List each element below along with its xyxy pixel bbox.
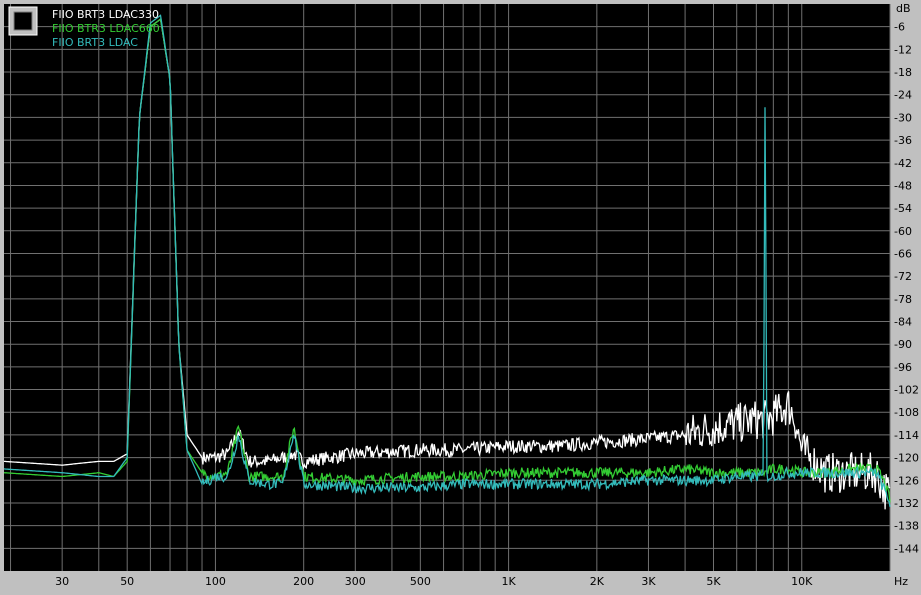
- x-tick-label: 50: [120, 575, 134, 588]
- y-tick-label: -84: [894, 316, 912, 329]
- y-tick-label: -102: [894, 384, 919, 397]
- y-tick-label: -54: [894, 202, 912, 215]
- y-tick-label: -36: [894, 134, 912, 147]
- x-tick-label: 5K: [706, 575, 721, 588]
- y-tick-label: -60: [894, 225, 912, 238]
- y-tick-label: -144: [894, 542, 919, 555]
- y-tick-label: -24: [894, 89, 912, 102]
- x-axis-label: Hz: [894, 575, 908, 588]
- x-tick-label: 300: [345, 575, 366, 588]
- plot-area: [4, 4, 890, 571]
- y-tick-label: -30: [894, 111, 912, 124]
- y-tick-label: -78: [894, 293, 912, 306]
- x-tick-label: 30: [55, 575, 69, 588]
- legend-entry-1: FIIO BTR3 LDAC660: [52, 22, 160, 35]
- y-tick-label: -138: [894, 520, 919, 533]
- x-tick-label: 3K: [641, 575, 656, 588]
- legend-entry-2: FIIO BRT3 LDAC: [52, 36, 138, 49]
- y-tick-label: -6: [894, 21, 905, 34]
- y-axis-label: dB: [896, 2, 911, 15]
- y-tick-label: -48: [894, 179, 912, 192]
- legend-entry-0: FIIO BRT3 LDAC330: [52, 8, 159, 21]
- spectrum-chart: FIIO BRT3 LDAC330 FIIO BTR3 LDAC660 FIIO…: [0, 0, 921, 591]
- x-tick-label: 1K: [501, 575, 516, 588]
- x-tick-label: 2K: [590, 575, 605, 588]
- x-tick-label: 500: [410, 575, 431, 588]
- y-tick-label: -96: [894, 361, 912, 374]
- y-tick-label: -18: [894, 66, 912, 79]
- y-tick-label: -132: [894, 497, 919, 510]
- y-tick-label: -114: [894, 429, 919, 442]
- y-tick-label: -120: [894, 452, 919, 465]
- legend-icon-inner: [13, 11, 33, 31]
- x-tick-label: 10K: [791, 575, 813, 588]
- y-tick-label: -66: [894, 247, 912, 260]
- y-axis-ticks: -6 -12 -18 -24 -30 -36 -42 -48 -54 -60 -66 -72 -78 -8…: [894, 21, 919, 556]
- y-tick-label: -72: [894, 270, 912, 283]
- x-tick-label: 100: [205, 575, 226, 588]
- y-tick-label: -126: [894, 474, 919, 487]
- y-tick-label: -12: [894, 43, 912, 56]
- x-tick-label: 200: [293, 575, 314, 588]
- spectrum-plot: FIIO BRT3 LDAC330 FIIO BTR3 LDAC660 FIIO…: [3, 2, 919, 588]
- y-tick-label: -42: [894, 157, 912, 170]
- y-tick-label: -108: [894, 406, 919, 419]
- y-tick-label: -90: [894, 338, 912, 351]
- x-axis-ticks: 30 50 100 200 300 500 1K 2K 3K 5K 10K: [55, 575, 813, 588]
